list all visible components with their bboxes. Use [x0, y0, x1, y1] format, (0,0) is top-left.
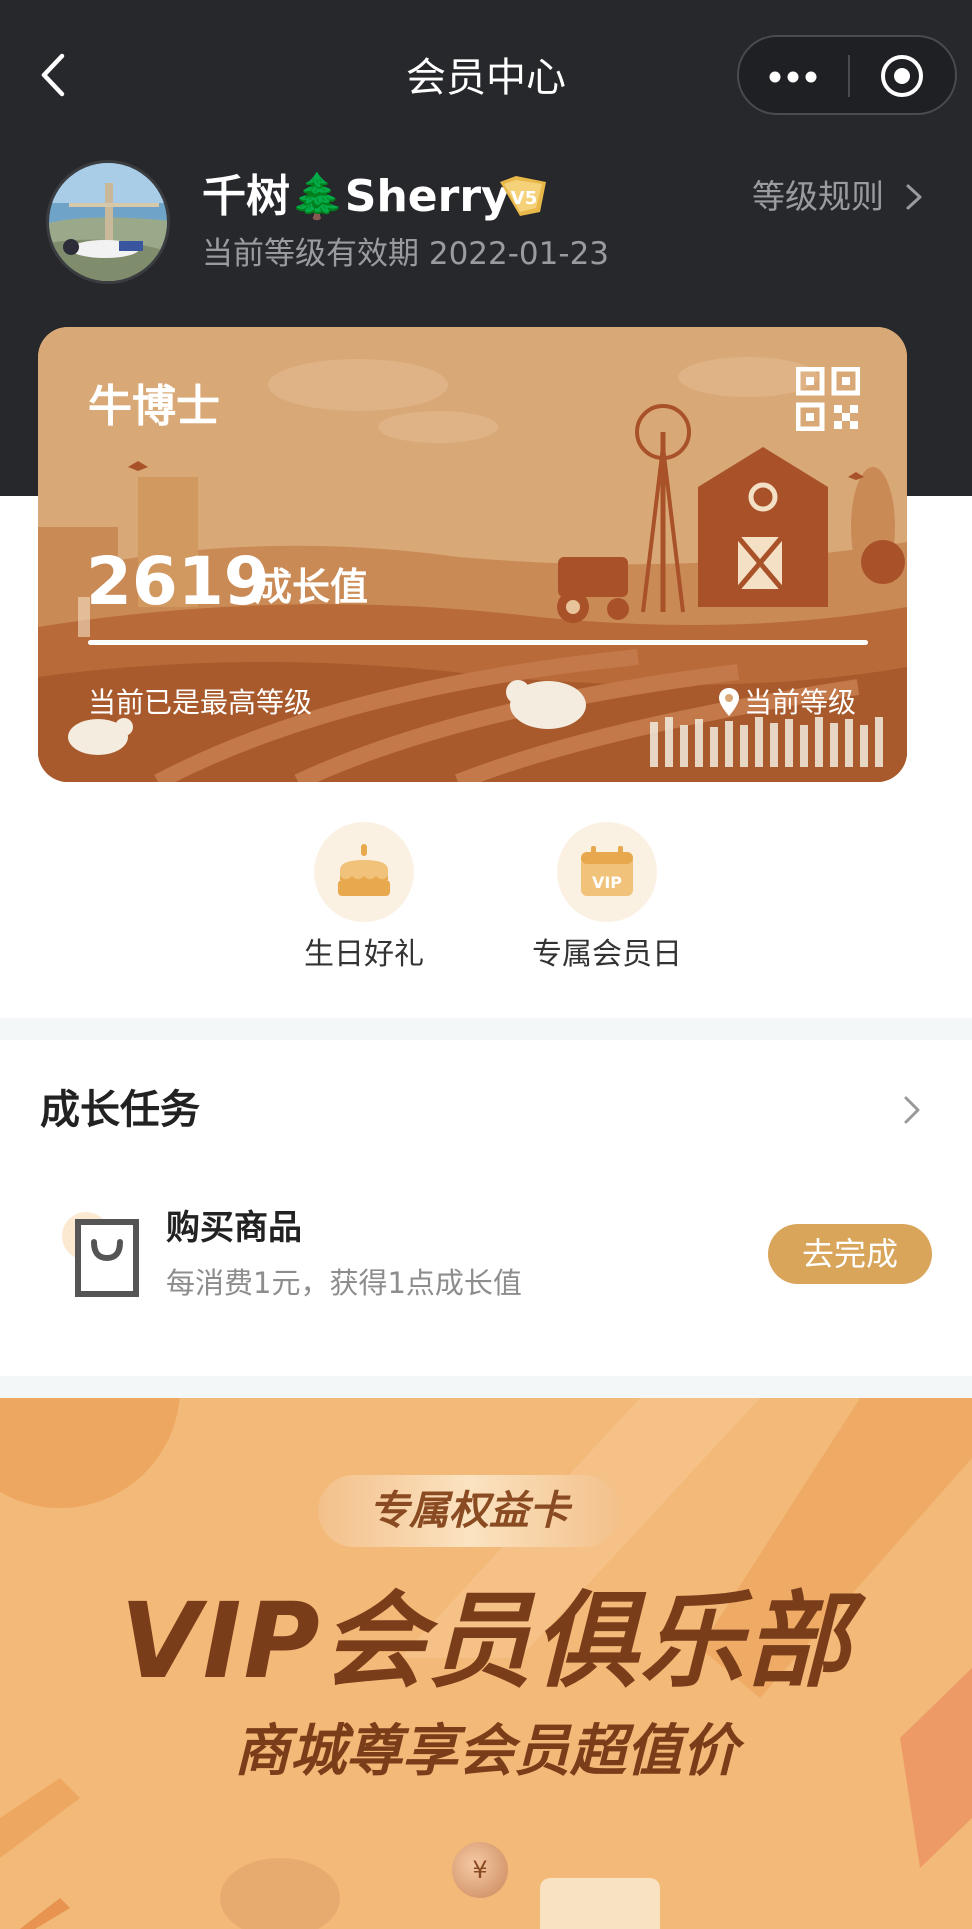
- banner-subtitle: 商城尊享会员超值价: [234, 1719, 738, 1784]
- go-complete-button[interactable]: 去完成: [768, 1224, 932, 1284]
- exclusive-card-pill: 专属权益卡: [318, 1475, 620, 1547]
- growth-points-value: 2619: [86, 543, 270, 620]
- more-dots-icon[interactable]: [765, 57, 821, 97]
- level-progress-fill: [88, 640, 868, 645]
- level-progress-bar: [88, 640, 868, 645]
- level-validity: 当前等级有效期 2022-01-23: [202, 236, 610, 272]
- max-level-text: 当前已是最高等级: [88, 686, 313, 719]
- svg-text:V5: V5: [511, 188, 537, 209]
- birthday-cake-icon: [338, 844, 390, 896]
- member-level-card[interactable]: 牛博士 2619 成长值 当前已是最高等级 当前等级: [38, 327, 907, 782]
- vip-club-banner[interactable]: 专属权益卡 VIP会员俱乐部 商城尊享会员超值价 ¥: [0, 1398, 972, 1929]
- growth-tasks-title: 成长任务: [40, 1087, 200, 1133]
- section-divider: [0, 1018, 972, 1040]
- location-pin-icon: [719, 688, 739, 716]
- benefit-label: 生日好礼: [304, 937, 424, 972]
- benefit-member-day[interactable]: VIP 专属会员日: [507, 822, 707, 982]
- benefit-label: 专属会员日: [532, 937, 682, 972]
- benefit-birthday-gift[interactable]: 生日好礼: [264, 822, 464, 982]
- banner-title: VIP会员俱乐部: [120, 1580, 852, 1702]
- section-divider: [0, 1376, 972, 1398]
- task-title: 购买商品: [166, 1208, 302, 1248]
- level-rules-link[interactable]: 等级规则: [752, 174, 884, 220]
- current-level-marker: 当前等级: [744, 686, 857, 719]
- chevron-right-icon[interactable]: [902, 182, 926, 212]
- mini-program-capsule: [737, 35, 957, 115]
- coin-icon: ¥: [452, 1842, 508, 1898]
- growth-points-unit: 成长值: [254, 565, 369, 609]
- vip-calendar-icon: VIP: [581, 846, 633, 896]
- svg-text:VIP: VIP: [592, 873, 622, 892]
- qr-code-icon[interactable]: [796, 367, 860, 431]
- benefit-icon-circle: [314, 822, 414, 922]
- close-target-icon[interactable]: [879, 53, 925, 99]
- avatar[interactable]: [46, 160, 170, 284]
- chevron-right-icon[interactable]: [900, 1090, 924, 1130]
- task-description: 每消费1元，获得1点成长值: [166, 1266, 522, 1300]
- capsule-divider: [848, 55, 850, 97]
- level-name: 牛博士: [88, 381, 220, 432]
- shopping-bag-icon: [62, 1212, 139, 1297]
- user-name: 千树🌲Sherry: [202, 171, 510, 222]
- level-badge-icon: V5: [500, 176, 546, 216]
- benefit-icon-circle: VIP: [557, 822, 657, 922]
